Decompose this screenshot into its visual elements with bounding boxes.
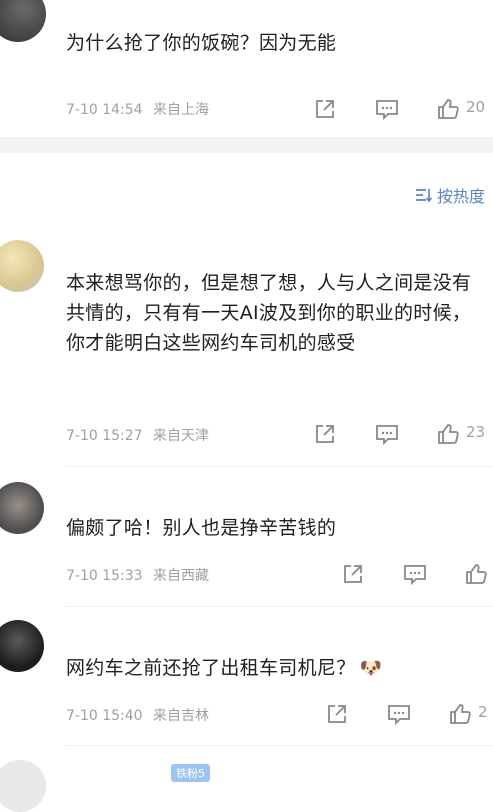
comment-time: 7-10 15:27 — [66, 428, 143, 444]
comment-location: 来自吉林 — [153, 708, 210, 724]
avatar[interactable] — [0, 620, 44, 672]
like-button[interactable] — [434, 420, 462, 448]
reply-icon — [388, 705, 410, 725]
section-divider — [0, 137, 493, 153]
comment-location: 来自天津 — [153, 428, 210, 444]
like-button[interactable] — [434, 95, 462, 123]
comment-text: 为什么抢了你的饭碗？因为无能 — [66, 32, 337, 54]
reply-icon — [376, 100, 398, 120]
avatar[interactable] — [0, 240, 44, 292]
like-icon — [466, 564, 487, 584]
comment-meta: 7-10 15:27 来自天津 — [66, 425, 209, 445]
share-icon — [316, 425, 334, 443]
sort-label: 按热度 — [436, 187, 485, 206]
like-icon — [438, 99, 459, 119]
share-button[interactable] — [324, 701, 350, 727]
comment-text: 网约车之前还抢了出租车司机尼？ 🐶 — [66, 653, 482, 684]
share-button[interactable] — [312, 96, 338, 122]
avatar[interactable] — [0, 0, 46, 42]
reply-button[interactable] — [402, 561, 428, 587]
comment-time: 7-10 15:33 — [66, 568, 143, 584]
like-icon — [450, 704, 471, 724]
comment-text-body: 网约车之前还抢了出租车司机尼？ — [66, 657, 356, 679]
comment-time: 7-10 15:40 — [66, 708, 143, 724]
comment-separator — [66, 606, 493, 607]
avatar[interactable] — [0, 482, 44, 534]
like-button[interactable] — [446, 700, 474, 728]
like-button[interactable] — [462, 560, 490, 588]
share-icon — [344, 565, 362, 583]
comment-time: 7-10 14:54 — [66, 102, 143, 118]
fan-badge: 铁粉5 — [171, 764, 210, 782]
reply-button[interactable] — [374, 96, 400, 122]
comment-separator — [66, 745, 493, 746]
avatar[interactable] — [0, 760, 46, 812]
dog-emoji-icon: 🐶 — [359, 658, 383, 679]
reply-icon — [404, 565, 426, 585]
comment-location: 来自西藏 — [153, 568, 210, 584]
comment-location: 来自上海 — [153, 102, 210, 118]
comment-meta: 7-10 15:33 来自西藏 — [66, 565, 209, 585]
share-icon — [316, 100, 334, 118]
share-button[interactable] — [312, 421, 338, 447]
like-count: 2 — [478, 703, 488, 721]
comment-separator — [66, 466, 493, 467]
sort-by-hot-button[interactable]: 按热度 — [415, 183, 485, 207]
reply-button[interactable] — [374, 421, 400, 447]
comment-meta: 7-10 15:40 来自吉林 — [66, 705, 209, 725]
sort-icon — [415, 189, 433, 203]
like-count: 23 — [466, 423, 486, 441]
comment-meta: 7-10 14:54 来自上海 — [66, 99, 209, 119]
share-button[interactable] — [340, 561, 366, 587]
like-count: 20 — [466, 98, 486, 116]
reply-button[interactable] — [386, 701, 412, 727]
reply-icon — [376, 425, 398, 445]
comment-text: 偏颇了哈！别人也是挣辛苦钱的 — [66, 517, 337, 539]
share-icon — [328, 705, 346, 723]
comment-text: 本来想骂你的，但是想了想，人与人之间是没有共情的，只有有一天AI波及到你的职业的… — [66, 272, 472, 354]
like-icon — [438, 424, 459, 444]
